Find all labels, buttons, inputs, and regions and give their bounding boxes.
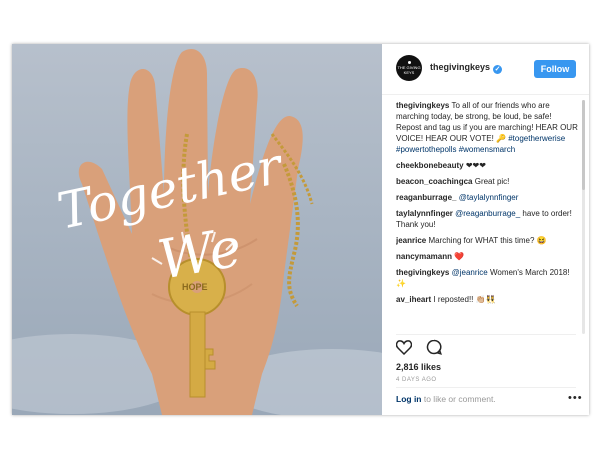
- key-engraving: HOPE: [182, 282, 208, 292]
- list-item: nancymamann ❤️: [396, 251, 578, 262]
- post-header: THE GIVING KEYS thegivingkeys ✓ Follow: [382, 44, 589, 95]
- caption: thegivingkeys To all of our friends who …: [396, 100, 578, 155]
- list-item: taylalynnfinger @reaganburrage_ have to …: [396, 208, 578, 230]
- comment-user[interactable]: cheekbonebeauty: [396, 161, 464, 170]
- key-logo-icon: [407, 61, 411, 64]
- list-item: jeanrice Marching for WHAT this time? 😆: [396, 235, 578, 246]
- comment-mention[interactable]: @jeanrice: [452, 268, 488, 277]
- comment-text: Marching for WHAT this time? 😆: [428, 236, 547, 245]
- avatar-text: THE GIVING KEYS: [397, 65, 421, 75]
- post-image[interactable]: Together We HOPE: [12, 44, 382, 415]
- comment-user[interactable]: thegivingkeys: [396, 101, 449, 110]
- username[interactable]: thegivingkeys ✓: [430, 62, 503, 74]
- comment-mention[interactable]: @taylalynnfinger: [459, 193, 519, 202]
- comment-user[interactable]: taylalynnfinger: [396, 209, 453, 218]
- comment-text: ❤❤❤: [465, 161, 486, 170]
- verified-badge-icon: ✓: [493, 65, 503, 74]
- comment-bubble-icon[interactable]: [426, 339, 443, 360]
- comment-user[interactable]: jeanrice: [396, 236, 426, 245]
- list-item: beacon_coachingca Great pic!: [396, 176, 578, 187]
- hand-with-key-illustration: Together We HOPE: [12, 48, 382, 415]
- login-prompt-text: to like or comment.: [421, 394, 496, 404]
- likes-count[interactable]: 2,816 likes: [396, 362, 441, 372]
- action-bar: [395, 339, 452, 360]
- comment-user[interactable]: reaganburrage_: [396, 193, 456, 202]
- login-prompt: Log in to like or comment.: [396, 394, 496, 404]
- scrollbar-thumb[interactable]: [582, 100, 585, 190]
- list-item: cheekbonebeauty ❤❤❤: [396, 160, 578, 171]
- comment-text: ❤️: [454, 252, 465, 261]
- comments-scrollbar[interactable]: [582, 100, 585, 334]
- comment-mention[interactable]: @reaganburrage_: [455, 209, 520, 218]
- post-date: 4 DAYS AGO: [396, 377, 437, 383]
- comments-list[interactable]: thegivingkeys To all of our friends who …: [396, 100, 578, 328]
- comment-user[interactable]: beacon_coachingca: [396, 177, 472, 186]
- comment-user[interactable]: thegivingkeys: [396, 268, 449, 277]
- more-options-icon[interactable]: •••: [568, 392, 583, 404]
- username-text[interactable]: thegivingkeys: [430, 62, 490, 72]
- comment-user[interactable]: av_iheart: [396, 295, 431, 304]
- instagram-post: Together We HOPE THE GIVING KEYS thegivi…: [12, 44, 589, 415]
- divider: [396, 387, 576, 388]
- list-item: av_iheart I reposted!! 👏🏼👯: [396, 294, 578, 305]
- post-sidebar: THE GIVING KEYS thegivingkeys ✓ Follow th…: [382, 44, 589, 415]
- comment-user[interactable]: nancymamann: [396, 252, 452, 261]
- list-item: thegivingkeys @jeanrice Women's March 20…: [396, 267, 578, 289]
- comment-text: I reposted!! 👏🏼👯: [433, 295, 496, 304]
- divider: [396, 334, 576, 335]
- comment-text: Great pic!: [474, 177, 510, 186]
- list-item: reaganburrage_ @taylalynnfinger: [396, 192, 578, 203]
- heart-icon[interactable]: [395, 339, 413, 360]
- avatar[interactable]: THE GIVING KEYS: [396, 55, 422, 81]
- follow-button[interactable]: Follow: [534, 60, 576, 78]
- login-link[interactable]: Log in: [396, 394, 422, 404]
